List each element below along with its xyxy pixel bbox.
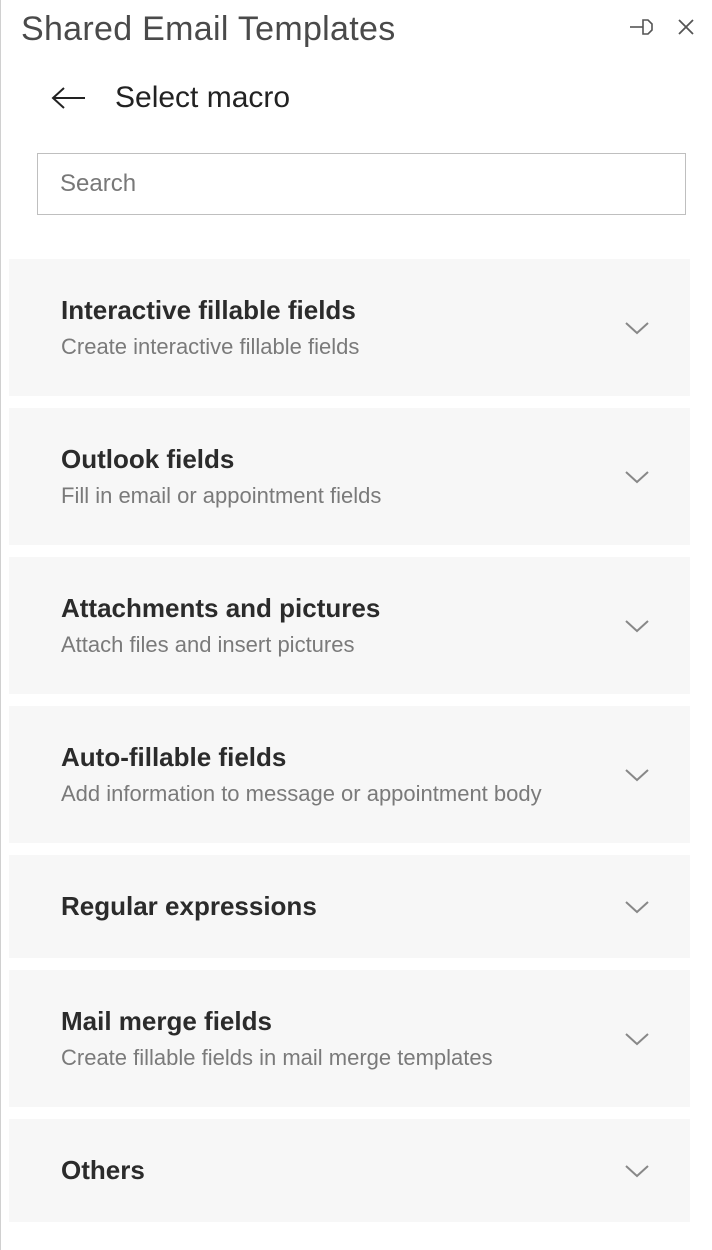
chevron-down-icon <box>624 1031 650 1047</box>
category-regular-expressions[interactable]: Regular expressions <box>9 855 690 958</box>
category-title: Auto-fillable fields <box>61 742 542 773</box>
search-container <box>37 153 688 215</box>
category-text: Attachments and pictures Attach files an… <box>61 593 380 658</box>
category-text: Mail merge fields Create fillable fields… <box>61 1006 493 1071</box>
page-header: Select macro <box>37 81 688 115</box>
macro-category-list: Interactive fillable fields Create inter… <box>9 259 690 1222</box>
category-outlook-fields[interactable]: Outlook fields Fill in email or appointm… <box>9 408 690 545</box>
category-description: Add information to message or appointmen… <box>61 781 542 807</box>
titlebar: Shared Email Templates <box>1 0 712 53</box>
category-mail-merge-fields[interactable]: Mail merge fields Create fillable fields… <box>9 970 690 1107</box>
chevron-down-icon <box>624 899 650 915</box>
category-attachments-pictures[interactable]: Attachments and pictures Attach files an… <box>9 557 690 694</box>
category-auto-fillable-fields[interactable]: Auto-fillable fields Add information to … <box>9 706 690 843</box>
category-description: Create fillable fields in mail merge tem… <box>61 1045 493 1071</box>
category-description: Attach files and insert pictures <box>61 632 380 658</box>
content-area: Select macro Interactive fillable fields… <box>1 53 712 1222</box>
chevron-down-icon <box>624 320 650 336</box>
chevron-down-icon <box>624 767 650 783</box>
chevron-down-icon <box>624 1163 650 1179</box>
category-title: Others <box>61 1155 145 1186</box>
category-title: Attachments and pictures <box>61 593 380 624</box>
category-text: Interactive fillable fields Create inter… <box>61 295 359 360</box>
category-description: Create interactive fillable fields <box>61 334 359 360</box>
close-icon[interactable] <box>678 19 694 35</box>
chevron-down-icon <box>624 469 650 485</box>
category-text: Others <box>61 1155 145 1186</box>
app-title: Shared Email Templates <box>21 10 396 49</box>
category-text: Auto-fillable fields Add information to … <box>61 742 542 807</box>
category-interactive-fillable-fields[interactable]: Interactive fillable fields Create inter… <box>9 259 690 396</box>
category-title: Mail merge fields <box>61 1006 493 1037</box>
search-input[interactable] <box>37 153 686 215</box>
category-description: Fill in email or appointment fields <box>61 483 381 509</box>
category-title: Interactive fillable fields <box>61 295 359 326</box>
category-others[interactable]: Others <box>9 1119 690 1222</box>
chevron-down-icon <box>624 618 650 634</box>
category-text: Outlook fields Fill in email or appointm… <box>61 444 381 509</box>
titlebar-actions <box>630 17 694 37</box>
back-button[interactable] <box>51 86 87 110</box>
category-title: Outlook fields <box>61 444 381 475</box>
category-text: Regular expressions <box>61 891 317 922</box>
category-title: Regular expressions <box>61 891 317 922</box>
pin-icon[interactable] <box>630 17 656 37</box>
page-title: Select macro <box>115 81 290 115</box>
